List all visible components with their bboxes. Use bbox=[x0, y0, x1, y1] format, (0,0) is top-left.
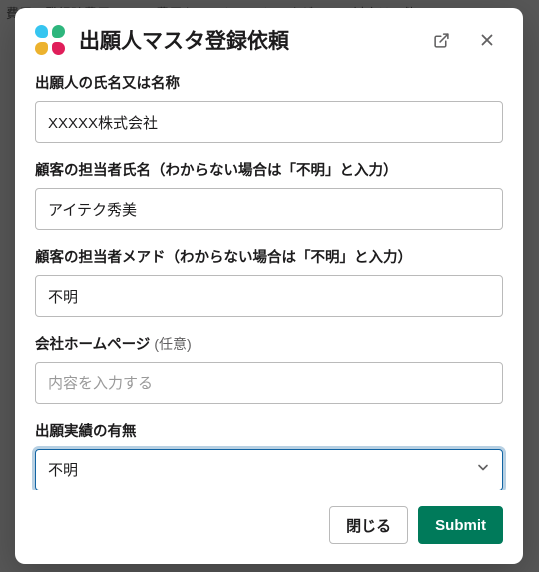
field-homepage: 会社ホームページ (任意) bbox=[35, 333, 503, 404]
field-contact-name: 顧客の担当者氏名（わからない場合は「不明」と入力） bbox=[35, 159, 503, 230]
close-button[interactable]: 閉じる bbox=[329, 506, 408, 544]
close-modal-button[interactable] bbox=[471, 24, 503, 56]
input-contact-email[interactable] bbox=[35, 275, 503, 317]
open-external-button[interactable] bbox=[425, 24, 457, 56]
close-icon bbox=[478, 31, 496, 49]
label-contact-email: 顧客の担当者メアド（わからない場合は「不明」と入力） bbox=[35, 246, 503, 267]
external-link-icon bbox=[433, 32, 450, 49]
field-contact-email: 顧客の担当者メアド（わからない場合は「不明」と入力） bbox=[35, 246, 503, 317]
modal-header: 出願人マスタ登録依頼 bbox=[15, 8, 523, 68]
input-applicant-name[interactable] bbox=[35, 101, 503, 143]
field-applicant-name: 出願人の氏名又は名称 bbox=[35, 72, 503, 143]
field-filing-history: 出願実績の有無 不明 bbox=[35, 420, 503, 490]
label-filing-history: 出願実績の有無 bbox=[35, 420, 503, 441]
input-homepage[interactable] bbox=[35, 362, 503, 404]
submit-button[interactable]: Submit bbox=[418, 506, 503, 544]
optional-tag: (任意) bbox=[154, 336, 191, 352]
modal-dialog: 出願人マスタ登録依頼 出願人の氏名又は名称 顧客の担当者氏名（わからない場合は「… bbox=[15, 8, 523, 564]
slack-logo-icon bbox=[35, 25, 65, 55]
modal-footer: 閉じる Submit bbox=[15, 490, 523, 564]
label-applicant-name: 出願人の氏名又は名称 bbox=[35, 72, 503, 93]
select-filing-history[interactable]: 不明 bbox=[35, 449, 503, 490]
modal-title: 出願人マスタ登録依頼 bbox=[79, 25, 411, 55]
label-contact-name: 顧客の担当者氏名（わからない場合は「不明」と入力） bbox=[35, 159, 503, 180]
modal-body: 出願人の氏名又は名称 顧客の担当者氏名（わからない場合は「不明」と入力） 顧客の… bbox=[15, 68, 523, 490]
input-contact-name[interactable] bbox=[35, 188, 503, 230]
label-homepage: 会社ホームページ (任意) bbox=[35, 333, 503, 354]
select-wrap-filing-history: 不明 bbox=[35, 449, 503, 490]
